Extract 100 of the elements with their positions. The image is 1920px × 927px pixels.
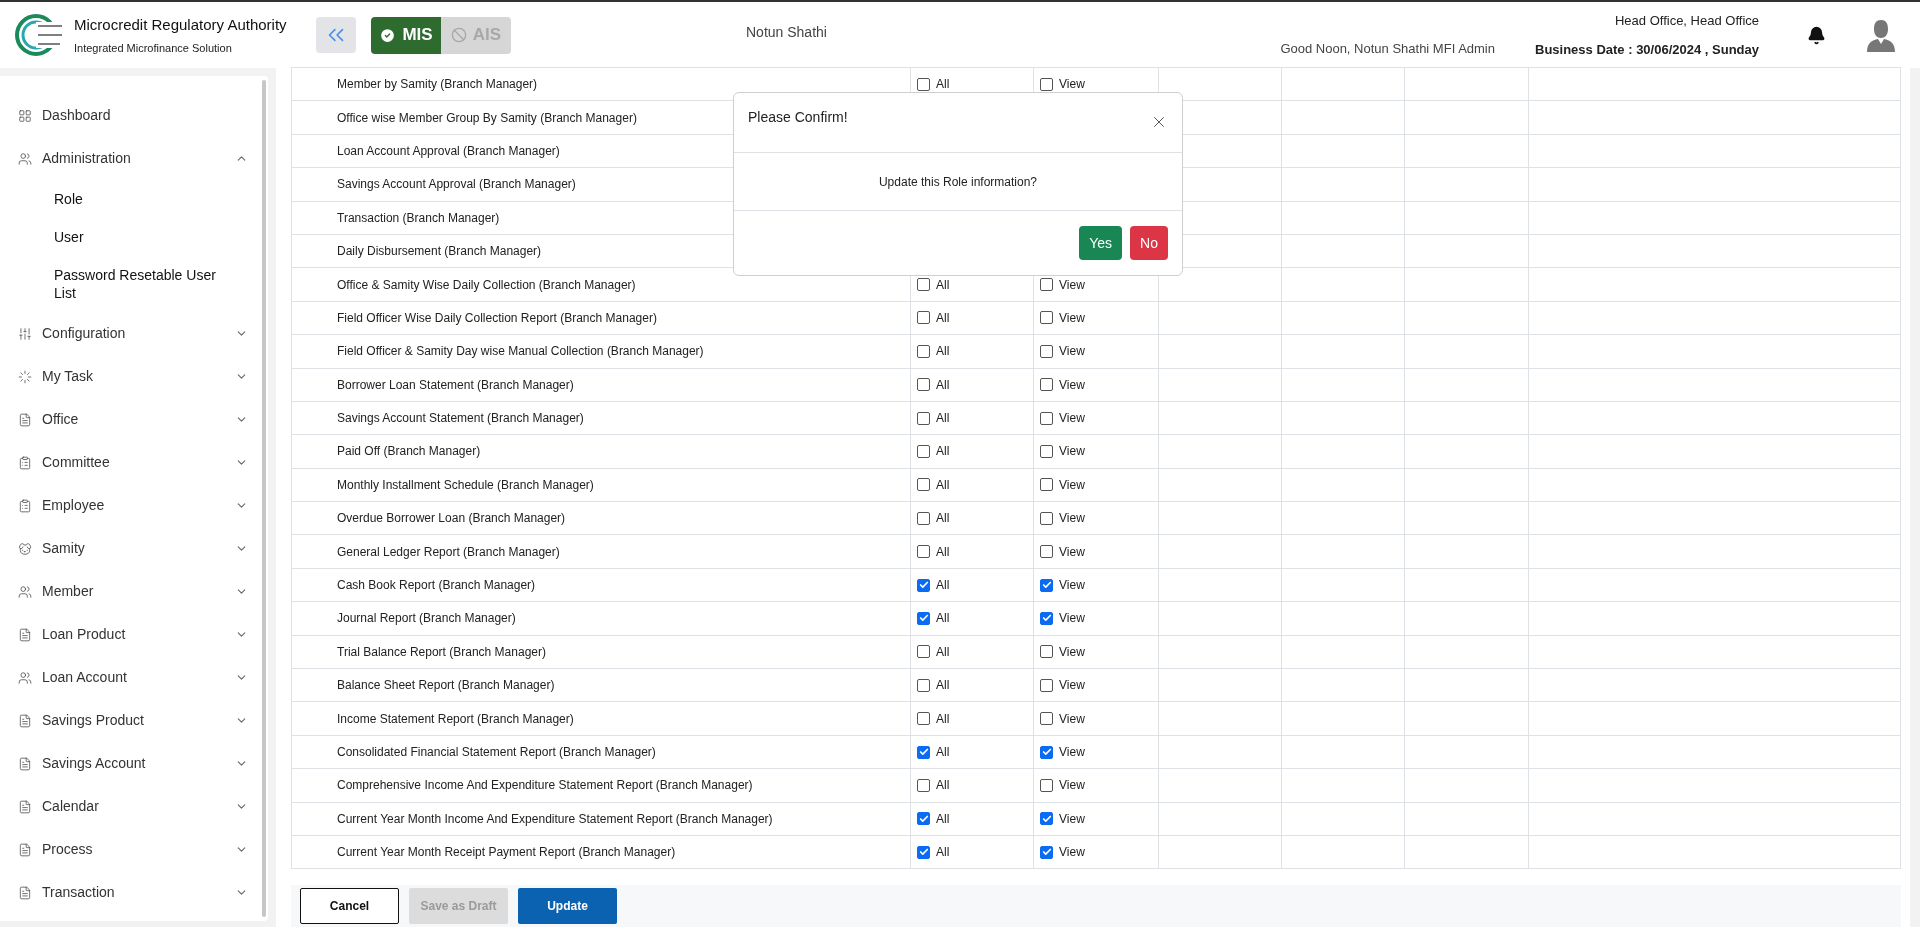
checkbox[interactable] <box>1040 411 1053 425</box>
sidebar-item[interactable]: Process <box>0 828 262 871</box>
checkbox[interactable] <box>1040 77 1053 91</box>
dialog-button[interactable]: Yes <box>1079 226 1123 260</box>
permission-name: Income Statement Report (Branch Manager) <box>337 711 574 726</box>
office-text: Head Office, Head Office <box>1614 12 1759 30</box>
submenu-item[interactable]: Role <box>0 180 262 218</box>
people-icon <box>18 151 32 166</box>
dialog-message: Update this Role information? <box>878 173 1038 191</box>
checkbox-label: All <box>936 610 950 628</box>
sidebar-item[interactable]: Office <box>0 398 262 441</box>
checkbox[interactable] <box>917 378 930 392</box>
checkbox[interactable] <box>917 445 930 458</box>
action-button[interactable]: Cancel <box>300 888 399 925</box>
checkbox[interactable] <box>1040 578 1053 592</box>
submenu-item[interactable]: Password Resetable User List <box>0 256 262 312</box>
checkbox[interactable] <box>1040 611 1053 625</box>
checkbox-label: View <box>1059 309 1085 327</box>
checkbox[interactable] <box>917 778 930 792</box>
checkbox[interactable] <box>917 578 930 592</box>
sidebar-item[interactable]: Samity <box>0 527 262 570</box>
checkbox[interactable] <box>1040 745 1053 759</box>
sidebar-item[interactable]: Administration <box>0 137 262 180</box>
checkbox[interactable] <box>1040 778 1053 792</box>
permission-name: Transaction (Branch Manager) <box>337 210 500 225</box>
checkbox[interactable] <box>1040 445 1053 458</box>
document-icon <box>18 713 32 728</box>
sidebar-item[interactable]: Configuration <box>0 312 262 355</box>
checkbox[interactable] <box>917 645 930 659</box>
checkbox-label: View <box>1059 810 1085 828</box>
checkbox-label: View <box>1059 844 1085 862</box>
permission-name: Loan Account Approval (Branch Manager) <box>337 143 560 158</box>
checkbox[interactable] <box>917 845 930 859</box>
sidebar-item[interactable]: Transaction <box>0 871 262 914</box>
checkbox-label: View <box>1059 510 1085 528</box>
document-icon <box>18 885 32 900</box>
checkbox[interactable] <box>917 311 930 325</box>
sidebar-item[interactable]: Savings Account <box>0 742 262 785</box>
checkbox[interactable] <box>1040 378 1053 392</box>
checkbox[interactable] <box>917 611 930 625</box>
checkbox-label: View <box>1059 744 1085 761</box>
permission-name: Paid Off (Branch Manager) <box>337 444 481 459</box>
dialog-button[interactable]: No <box>1130 226 1168 260</box>
checkbox[interactable] <box>1040 645 1053 659</box>
checkbox[interactable] <box>917 478 930 492</box>
permission-name: Savings Account Approval (Branch Manager) <box>337 177 576 192</box>
checkbox-label: View <box>1059 376 1085 394</box>
checkbox[interactable] <box>1040 545 1053 559</box>
checkbox-label: View <box>1059 710 1085 728</box>
module-tab[interactable]: MIS <box>371 16 441 54</box>
sidebar-item[interactable]: Member <box>0 570 262 613</box>
permission-name: Trial Balance Report (Branch Manager) <box>337 644 546 659</box>
checkbox[interactable] <box>1040 478 1053 492</box>
sidebar-item[interactable]: Loan Account <box>0 656 262 699</box>
checkbox-label: View <box>1059 543 1085 561</box>
checkbox[interactable] <box>917 77 930 91</box>
permission-name: Savings Account Statement (Branch Manager) <box>337 411 584 426</box>
permission-name: Monthly Installment Schedule (Branch Manager) <box>337 477 594 492</box>
checkbox-label: View <box>1059 410 1085 428</box>
sidebar-item[interactable]: Employee <box>0 484 262 527</box>
checkbox-label: All <box>936 309 950 327</box>
checkbox[interactable] <box>917 344 930 358</box>
loader-icon <box>18 369 32 384</box>
sidebar-item[interactable]: Calendar <box>0 785 262 828</box>
checkbox[interactable] <box>1040 311 1053 325</box>
sidebar-item[interactable]: My Task <box>0 355 262 398</box>
sidebar-item[interactable]: Loan Product <box>0 613 262 656</box>
checkbox[interactable] <box>1040 812 1053 826</box>
permission-name: Balance Sheet Report (Branch Manager) <box>337 678 555 693</box>
bell-icon[interactable] <box>1807 25 1826 45</box>
action-button[interactable]: Update <box>518 888 617 925</box>
checkbox[interactable] <box>917 278 930 292</box>
sliders-icon <box>18 326 32 341</box>
checkbox[interactable] <box>917 812 930 826</box>
checkbox[interactable] <box>1040 712 1053 726</box>
checkbox[interactable] <box>917 745 930 759</box>
checkbox-label: All <box>936 777 950 795</box>
document-icon <box>18 842 32 857</box>
checkbox[interactable] <box>1040 511 1053 525</box>
checkbox[interactable] <box>917 545 930 559</box>
checkbox[interactable] <box>917 511 930 525</box>
checkbox[interactable] <box>917 712 930 726</box>
checkbox[interactable] <box>917 411 930 425</box>
sidebar-item[interactable]: Dashboard <box>0 94 262 137</box>
permission-name: Office wise Member Group By Samity (Branch Manager) <box>337 110 637 125</box>
org-subtitle: Integrated Microfinance Solution <box>74 41 233 56</box>
checkbox-label: All <box>936 476 950 494</box>
checkbox[interactable] <box>917 678 930 692</box>
checkbox[interactable] <box>1040 678 1053 692</box>
checkbox-label: View <box>1059 343 1085 361</box>
checkbox-label: All <box>936 844 950 862</box>
checkbox[interactable] <box>1040 344 1053 358</box>
avatar-icon[interactable] <box>1866 18 1896 52</box>
submenu-item[interactable]: User <box>0 218 262 256</box>
sidebar-item[interactable]: Committee <box>0 441 262 484</box>
checkbox[interactable] <box>1040 278 1053 292</box>
checkbox-label: All <box>936 376 950 394</box>
checkbox-label: All <box>936 744 950 761</box>
sidebar-item[interactable]: Savings Product <box>0 699 262 742</box>
checkbox[interactable] <box>1040 845 1053 859</box>
